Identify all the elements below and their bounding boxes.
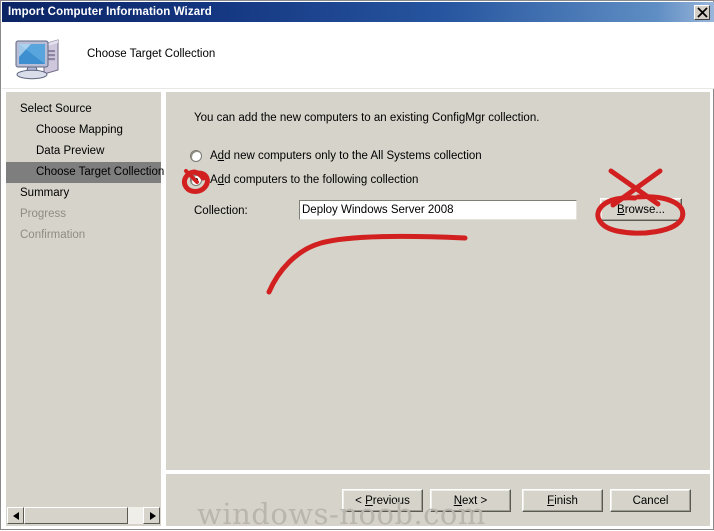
close-button[interactable] bbox=[694, 4, 710, 20]
scroll-left-button[interactable] bbox=[7, 507, 24, 524]
cancel-button[interactable]: Cancel bbox=[610, 489, 691, 512]
scroll-track[interactable] bbox=[24, 507, 143, 524]
next-button[interactable]: Next > bbox=[430, 489, 511, 512]
page-title: Choose Target Collection bbox=[87, 48, 216, 60]
previous-button[interactable]: < Previous bbox=[342, 489, 423, 512]
radio-button-following-collection[interactable] bbox=[190, 174, 202, 186]
scroll-area bbox=[6, 499, 161, 526]
browse-button[interactable]: Browse... bbox=[600, 198, 682, 221]
radio-option-following-collection[interactable]: Add computers to the following collectio… bbox=[190, 174, 418, 186]
scroll-thumb[interactable] bbox=[24, 507, 128, 524]
sidebar-item-data-preview[interactable]: Data Preview bbox=[6, 141, 161, 162]
sidebar-item-progress: Progress bbox=[20, 208, 67, 220]
sidebar-item-confirmation: Confirmation bbox=[20, 229, 86, 241]
sidebar-item-choose-target-collection[interactable]: Choose Target Collection bbox=[6, 162, 164, 183]
title-bar: Import Computer Information Wizard bbox=[2, 2, 714, 22]
sidebar-item-select-source[interactable]: Select Source bbox=[6, 99, 161, 120]
scroll-right-button[interactable] bbox=[143, 507, 160, 524]
wizard-step-sidebar: Select Source Choose Mapping Data Previe… bbox=[6, 92, 164, 499]
radio-option-all-systems[interactable]: Add new computers only to the All System… bbox=[190, 150, 482, 162]
wizard-window: Import Computer Information Wizard Choos… bbox=[0, 0, 714, 531]
header-divider bbox=[2, 88, 714, 89]
radio-button-all-systems[interactable] bbox=[190, 150, 202, 162]
main-content-panel: You can add the new computers to an exis… bbox=[166, 92, 710, 470]
sidebar-item-summary[interactable]: Summary bbox=[6, 183, 161, 204]
intro-text: You can add the new computers to an exis… bbox=[194, 112, 540, 124]
window-title: Import Computer Information Wizard bbox=[8, 6, 212, 18]
radio-label-all-systems: Add new computers only to the All System… bbox=[210, 150, 482, 162]
finish-button[interactable]: Finish bbox=[522, 489, 603, 512]
horizontal-scrollbar[interactable] bbox=[7, 507, 160, 524]
collection-input[interactable] bbox=[299, 200, 577, 220]
wizard-header: Choose Target Collection bbox=[2, 22, 714, 89]
collection-label: Collection: bbox=[194, 205, 248, 217]
computer-icon bbox=[11, 27, 67, 83]
radio-label-following-collection: Add computers to the following collectio… bbox=[210, 174, 419, 186]
step-list: Select Source Choose Mapping Data Previe… bbox=[6, 99, 164, 246]
sidebar-item-choose-mapping[interactable]: Choose Mapping bbox=[6, 120, 161, 141]
wizard-footer: < Previous Next > Finish Cancel bbox=[166, 474, 710, 526]
